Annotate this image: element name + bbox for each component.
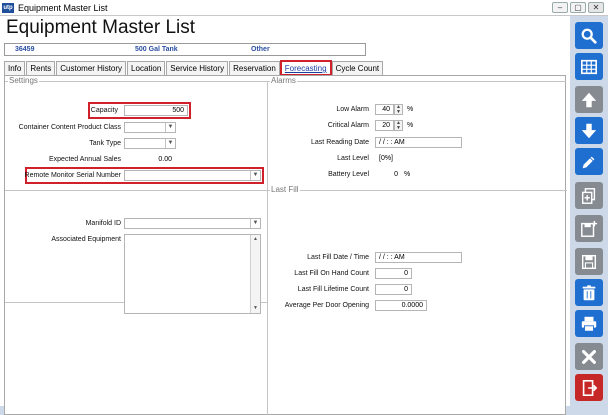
tab-location[interactable]: Location bbox=[127, 61, 166, 75]
associated-equipment-list[interactable]: ▲ ▼ bbox=[124, 234, 261, 314]
settings-group-label: Settings bbox=[8, 76, 39, 85]
associated-equipment-label: Associated Equipment bbox=[51, 236, 121, 243]
critical-alarm-unit: % bbox=[407, 122, 414, 129]
tank-type-label: Tank Type bbox=[89, 140, 121, 147]
tab-service-history[interactable]: Service History bbox=[166, 61, 229, 75]
forecasting-panel: Settings Alarms Last Fill Capacity 500 C… bbox=[4, 75, 567, 415]
chevron-down-icon[interactable]: ▼ bbox=[250, 171, 260, 180]
equipment-id: 36459 bbox=[15, 46, 35, 53]
save-new-icon bbox=[581, 220, 598, 237]
battery-level-label: Battery Level bbox=[328, 171, 369, 178]
equipment-description: 500 Gal Tank bbox=[135, 46, 178, 53]
battery-level-unit: % bbox=[404, 171, 411, 178]
chevron-down-icon[interactable]: ▼ bbox=[250, 219, 260, 228]
last-fill-lifetime-count-label: Last Fill Lifetime Count bbox=[297, 286, 369, 293]
remote-monitor-serial-number-select[interactable]: ▼ bbox=[124, 170, 261, 181]
column-divider bbox=[267, 81, 268, 415]
chevron-down-icon[interactable]: ▼ bbox=[165, 123, 175, 132]
copy-button[interactable] bbox=[575, 182, 603, 209]
last-reading-date-label: Last Reading Date bbox=[311, 139, 369, 146]
low-alarm-input[interactable]: 40 bbox=[375, 104, 394, 115]
manifold-id-select[interactable]: ▼ bbox=[124, 218, 261, 229]
tab-customer-history[interactable]: Customer History bbox=[56, 61, 127, 75]
average-per-door-opening-input[interactable]: 0.0000 bbox=[375, 300, 427, 311]
last-reading-date-input[interactable]: / / : : AM bbox=[375, 137, 462, 148]
title-bar: utp Equipment Master List – ▢ ✕ bbox=[0, 0, 608, 16]
low-alarm-label: Low Alarm bbox=[336, 106, 369, 113]
window-controls: – ▢ ✕ bbox=[552, 2, 604, 13]
average-per-door-opening-label: Average Per Door Opening bbox=[284, 302, 369, 309]
cancel-button[interactable] bbox=[575, 343, 603, 370]
tab-reservation[interactable]: Reservation bbox=[229, 61, 280, 75]
search-button[interactable] bbox=[575, 22, 603, 49]
trash-icon bbox=[582, 284, 596, 300]
scroll-down-icon[interactable]: ▼ bbox=[251, 304, 260, 313]
last-fill-group-label: Last Fill bbox=[270, 185, 300, 194]
low-alarm-unit: % bbox=[407, 106, 414, 113]
tank-type-select[interactable]: ▼ bbox=[124, 138, 176, 149]
alarms-group-label: Alarms bbox=[270, 76, 297, 85]
critical-alarm-input[interactable]: 20 bbox=[375, 120, 394, 131]
tab-bar: Info Rents Customer History Location Ser… bbox=[4, 60, 384, 76]
action-toolbar bbox=[570, 16, 608, 406]
grid-icon bbox=[580, 59, 598, 74]
print-button[interactable] bbox=[575, 310, 603, 337]
tab-cycle-count[interactable]: Cycle Count bbox=[331, 61, 384, 75]
maximize-button[interactable]: ▢ bbox=[570, 2, 586, 13]
print-icon bbox=[581, 316, 597, 332]
last-fill-on-hand-count-input[interactable]: 0 bbox=[375, 268, 412, 279]
chevron-down-icon[interactable]: ▼ bbox=[165, 139, 175, 148]
scroll-up-icon[interactable]: ▲ bbox=[251, 235, 260, 244]
expected-annual-sales-value: 0.00 bbox=[124, 154, 176, 165]
exit-icon bbox=[582, 379, 598, 396]
settings-divider bbox=[5, 81, 267, 82]
save-icon bbox=[581, 254, 597, 269]
previous-record-button[interactable] bbox=[575, 86, 603, 113]
arrow-up-icon bbox=[581, 92, 597, 107]
last-level-value: [0%] bbox=[375, 153, 462, 164]
critical-alarm-label: Critical Alarm bbox=[327, 122, 369, 129]
equipment-type: Other bbox=[251, 46, 270, 53]
manifold-id-label: Manifold ID bbox=[85, 220, 121, 227]
page-title: Equipment Master List bbox=[6, 17, 196, 38]
arrow-down-icon bbox=[581, 123, 597, 138]
next-record-button[interactable] bbox=[575, 117, 603, 144]
exit-button[interactable] bbox=[575, 374, 603, 401]
save-new-button[interactable] bbox=[575, 215, 603, 242]
tab-info[interactable]: Info bbox=[4, 61, 26, 75]
last-fill-lifetime-count-input[interactable]: 0 bbox=[375, 284, 412, 295]
edit-button[interactable] bbox=[575, 148, 603, 175]
tab-rents[interactable]: Rents bbox=[26, 61, 56, 75]
capacity-input[interactable]: 500 bbox=[124, 105, 188, 116]
capacity-label: Capacity bbox=[90, 107, 118, 114]
equipment-info-strip: 36459 500 Gal Tank Other bbox=[4, 43, 366, 56]
app-logo-icon: utp bbox=[2, 2, 14, 13]
critical-alarm-spinner[interactable]: ▲ ▼ bbox=[394, 120, 403, 131]
tab-forecasting[interactable]: Forecasting bbox=[279, 60, 332, 76]
last-fill-on-hand-count-label: Last Fill On Hand Count bbox=[294, 270, 369, 277]
search-icon bbox=[581, 28, 597, 44]
delete-button[interactable] bbox=[575, 279, 603, 306]
last-fill-date-time-input[interactable]: / / : : AM bbox=[375, 252, 462, 263]
main-content: Equipment Master List 36459 500 Gal Tank… bbox=[0, 16, 570, 415]
last-level-label: Last Level bbox=[337, 155, 369, 162]
copy-add-icon bbox=[581, 187, 596, 204]
container-content-product-class-label: Container Content Product Class bbox=[18, 124, 121, 131]
remote-monitor-serial-number-label: Remote Monitor Serial Number bbox=[24, 172, 121, 179]
grid-view-button[interactable] bbox=[575, 53, 603, 80]
window-title: Equipment Master List bbox=[18, 2, 108, 13]
associated-equipment-scrollbar[interactable]: ▲ ▼ bbox=[250, 235, 260, 313]
last-fill-date-time-label: Last Fill Date / Time bbox=[307, 254, 369, 261]
pencil-icon bbox=[582, 156, 595, 168]
minimize-button[interactable]: – bbox=[552, 2, 568, 13]
battery-level-value: 0 bbox=[375, 169, 402, 180]
low-alarm-spinner[interactable]: ▲ ▼ bbox=[394, 104, 403, 115]
close-button[interactable]: ✕ bbox=[588, 2, 604, 13]
save-button[interactable] bbox=[575, 248, 603, 275]
expected-annual-sales-label: Expected Annual Sales bbox=[49, 156, 121, 163]
cancel-icon bbox=[582, 349, 596, 364]
alarms-divider bbox=[267, 81, 566, 82]
container-content-product-class-select[interactable]: ▼ bbox=[124, 122, 176, 133]
